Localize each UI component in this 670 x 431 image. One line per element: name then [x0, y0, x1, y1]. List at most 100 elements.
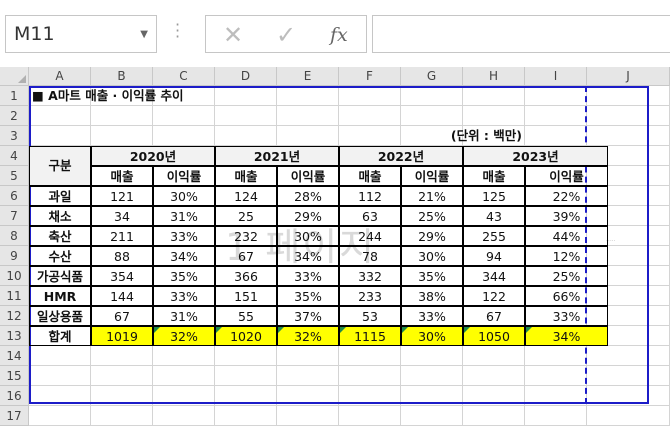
grid-cell[interactable] [29, 126, 91, 146]
sales-cell[interactable]: 121 [91, 186, 153, 206]
column-header-c[interactable]: C [153, 67, 215, 86]
margin-cell[interactable]: 25% [401, 206, 463, 226]
insert-function-icon[interactable]: fx [330, 24, 348, 46]
row-header-11[interactable]: 11 [0, 286, 29, 306]
margin-cell[interactable]: 31% [153, 206, 215, 226]
row-header-3[interactable]: 3 [0, 126, 29, 146]
margin-cell[interactable]: 38% [401, 286, 463, 306]
grid-cell[interactable] [29, 406, 91, 426]
row-header-9[interactable]: 9 [0, 246, 29, 266]
margin-cell[interactable]: 37% [277, 306, 339, 326]
row-header-12[interactable]: 12 [0, 306, 29, 326]
grid-cell[interactable] [587, 406, 670, 426]
grid-cell[interactable] [401, 346, 463, 366]
grid-cell[interactable] [91, 346, 153, 366]
sales-cell[interactable]: 78 [339, 246, 401, 266]
worksheet-grid[interactable]: A B C D E F G H I J 1 2 3 4 5 6 7 8 9 10 11 12 13 14 15 16 17 ■ A마트… [0, 67, 670, 431]
grid-cell[interactable] [91, 106, 153, 126]
grid-cell[interactable] [525, 346, 587, 366]
sales-cell[interactable]: 354 [91, 266, 153, 286]
sales-cell[interactable]: 53 [339, 306, 401, 326]
category-name[interactable]: 가공식품 [29, 266, 91, 286]
grid-cell[interactable] [463, 86, 525, 106]
total-margin-cell[interactable]: 30% [401, 326, 463, 346]
confirm-icon[interactable]: ✓ [276, 21, 296, 49]
grid-cell[interactable] [277, 386, 339, 406]
margin-cell[interactable]: 30% [401, 246, 463, 266]
grid-cell[interactable] [91, 406, 153, 426]
sales-cell[interactable]: 232 [215, 226, 277, 246]
sheet-title[interactable]: ■ A마트 매출 · 이익률 추이 [29, 86, 401, 106]
grid-cell[interactable] [401, 106, 463, 126]
grid-cell[interactable] [401, 86, 463, 106]
grid-cell[interactable] [463, 106, 525, 126]
column-header-d[interactable]: D [215, 67, 277, 86]
sales-cell[interactable]: 244 [339, 226, 401, 246]
grid-cell[interactable] [401, 366, 463, 386]
grid-cell[interactable] [339, 386, 401, 406]
grid-cell[interactable] [277, 346, 339, 366]
margin-subheader[interactable]: 이익률 [401, 166, 463, 186]
grid-cell[interactable] [525, 86, 587, 106]
grid-cell[interactable] [29, 346, 91, 366]
grid-cell[interactable] [339, 366, 401, 386]
margin-cell[interactable]: 34% [277, 246, 339, 266]
grid-cell[interactable] [215, 346, 277, 366]
margin-cell[interactable]: 44% [525, 226, 608, 246]
sales-cell[interactable]: 211 [91, 226, 153, 246]
row-header-4[interactable]: 4 [0, 146, 29, 166]
sales-cell[interactable]: 125 [463, 186, 525, 206]
category-name[interactable]: HMR [29, 286, 91, 306]
name-box[interactable]: M11 ▼ [5, 15, 157, 53]
grid-cell[interactable] [525, 106, 587, 126]
sales-subheader[interactable]: 매출 [215, 166, 277, 186]
row-header-6[interactable]: 6 [0, 186, 29, 206]
category-name[interactable]: 축산 [29, 226, 91, 246]
grid-cell[interactable] [463, 346, 525, 366]
sales-cell[interactable]: 366 [215, 266, 277, 286]
grid-cell[interactable] [587, 106, 670, 126]
total-margin-cell[interactable]: 34% [525, 326, 608, 346]
grid-cell[interactable] [91, 366, 153, 386]
grid-cell[interactable] [29, 386, 91, 406]
column-header-i[interactable]: I [525, 67, 587, 86]
column-header-f[interactable]: F [339, 67, 401, 86]
total-label[interactable]: 합계 [29, 326, 91, 346]
grid-cell[interactable] [339, 406, 401, 426]
grid-cell[interactable] [401, 386, 463, 406]
grid-cell[interactable] [153, 386, 215, 406]
sales-cell[interactable]: 88 [91, 246, 153, 266]
margin-cell[interactable]: 66% [525, 286, 608, 306]
grid-cell[interactable] [153, 346, 215, 366]
sales-cell[interactable]: 25 [215, 206, 277, 226]
margin-cell[interactable]: 31% [153, 306, 215, 326]
grid-cell[interactable] [525, 126, 587, 146]
grid-cell[interactable] [29, 106, 91, 126]
year-header[interactable]: 2023년 [463, 146, 608, 166]
margin-cell[interactable]: 30% [153, 186, 215, 206]
year-header[interactable]: 2022년 [339, 146, 463, 166]
sales-cell[interactable]: 255 [463, 226, 525, 246]
grid-cell[interactable] [153, 406, 215, 426]
sales-cell[interactable]: 43 [463, 206, 525, 226]
sales-cell[interactable]: 94 [463, 246, 525, 266]
grid-cell[interactable] [463, 406, 525, 426]
margin-cell[interactable]: 22% [525, 186, 608, 206]
sales-cell[interactable]: 55 [215, 306, 277, 326]
grid-cell[interactable] [215, 406, 277, 426]
sales-subheader[interactable]: 매출 [91, 166, 153, 186]
category-name[interactable]: 일상용품 [29, 306, 91, 326]
total-sales-cell[interactable]: 1050 [463, 326, 525, 346]
sales-cell[interactable]: 67 [91, 306, 153, 326]
sales-subheader[interactable]: 매출 [339, 166, 401, 186]
row-header-17[interactable]: 17 [0, 406, 29, 426]
sales-cell[interactable]: 344 [463, 266, 525, 286]
grid-cell[interactable] [587, 86, 670, 106]
row-header-2[interactable]: 2 [0, 106, 29, 126]
grid-cell[interactable] [91, 126, 153, 146]
splitter-handle[interactable]: · · · [175, 17, 180, 45]
formula-input[interactable] [372, 15, 670, 53]
year-header[interactable]: 2021년 [215, 146, 339, 166]
grid-cell[interactable] [339, 106, 401, 126]
column-header-j[interactable]: J [587, 67, 670, 86]
